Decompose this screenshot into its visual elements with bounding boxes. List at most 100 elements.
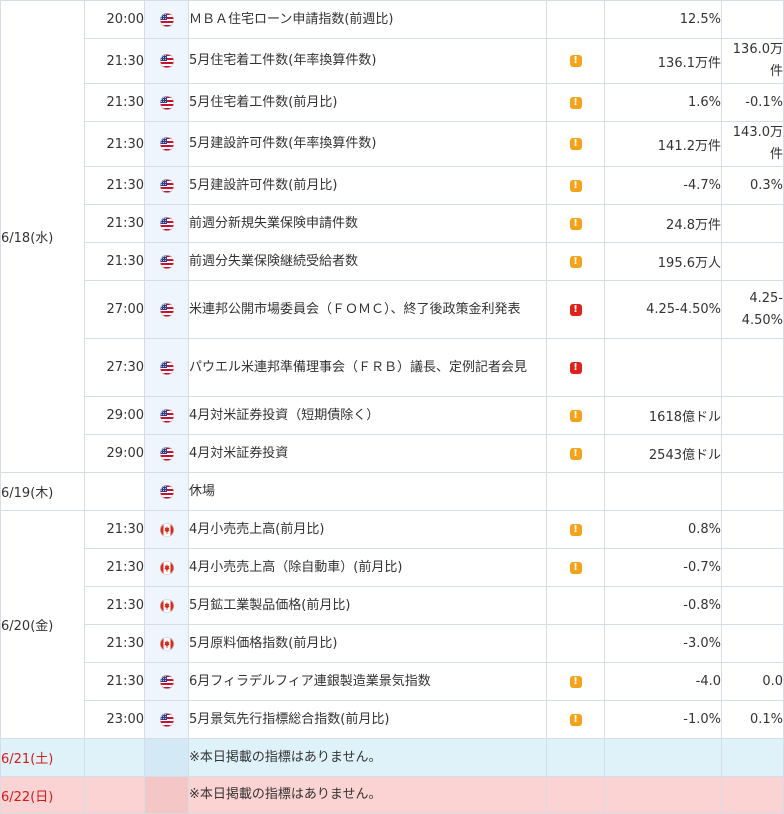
country-cell [144, 700, 189, 739]
forecast-value [721, 738, 784, 777]
date-cell: 6/19(木) [0, 472, 85, 511]
time-cell: 21:30 [84, 204, 145, 243]
event-row: 21:30 前週分失業保険継続受給者数! 195.6万人 [1, 242, 784, 281]
event-row: 6/19(木) 休場 [0, 472, 784, 511]
country-cell [144, 396, 189, 435]
country-cell [144, 776, 189, 814]
indicator-name: 5月原料価格指数(前月比) [188, 624, 547, 663]
forecast-value: 0.0 [721, 662, 784, 701]
event-row: 6/20(金) 21:30 4月小売売上高(前月比)! 0.8% [0, 510, 784, 739]
us-flag-icon [159, 95, 174, 110]
country-cell [144, 338, 189, 397]
indicator-name: ※本日掲載の指標はありません。 [188, 776, 547, 814]
importance-mid-icon: ! [569, 675, 582, 688]
us-flag-icon [159, 712, 174, 727]
us-flag-icon [159, 216, 174, 231]
previous-value: 0.8% [604, 510, 722, 549]
previous-value: 4.25-4.50% [604, 280, 722, 339]
forecast-value: 4.25-4.50% [721, 280, 784, 339]
importance-cell: ! [546, 338, 605, 397]
importance-cell: ! [546, 166, 605, 205]
forecast-value [721, 434, 784, 473]
country-cell [144, 662, 189, 701]
event-row: 21:30 5月住宅着工件数(年率換算件数)! 136.1万件 136.0万件 [1, 38, 784, 84]
importance-mid-icon: ! [569, 255, 582, 268]
indicator-name: 5月住宅着工件数(前月比) [188, 83, 547, 122]
indicator-name: 前週分失業保険継続受給者数 [188, 242, 547, 281]
us-flag-icon [159, 178, 174, 193]
indicator-name: 5月建設許可件数(年率換算件数) [188, 121, 547, 167]
importance-cell: ! [546, 434, 605, 473]
importance-cell: ! [546, 700, 605, 739]
forecast-value [721, 242, 784, 281]
forecast-value: 143.0万件 [721, 121, 784, 167]
indicator-name: 4月対米証券投資（短期債除く） [188, 396, 547, 435]
importance-mid-icon: ! [569, 409, 582, 422]
us-flag-icon [159, 484, 174, 499]
indicator-name: 4月対米証券投資 [188, 434, 547, 473]
date-cell: 6/20(金) [0, 510, 85, 739]
time-cell: 20:00 [84, 0, 145, 39]
importance-cell [546, 0, 605, 39]
previous-value: -0.7% [604, 548, 722, 587]
event-row: 23:00 5月景気先行指標総合指数(前月比)! -1.0% 0.1% [1, 700, 784, 739]
previous-value: -4.7% [604, 166, 722, 205]
previous-value [604, 472, 722, 511]
country-cell [144, 166, 189, 205]
importance-high-icon: ! [569, 303, 582, 316]
country-cell [144, 434, 189, 473]
country-cell [144, 204, 189, 243]
forecast-value: 0.1% [721, 700, 784, 739]
date-cell: 6/21(土) [0, 738, 85, 777]
time-cell: 27:30 [84, 338, 145, 397]
previous-value: 1.6% [604, 83, 722, 122]
country-cell [144, 510, 189, 549]
forecast-value [721, 338, 784, 397]
forecast-value [721, 586, 784, 625]
time-cell [84, 738, 145, 777]
time-cell [84, 776, 145, 814]
importance-mid-icon: ! [569, 138, 582, 150]
forecast-value [721, 396, 784, 435]
event-row: 21:30 5月建設許可件数(前月比)! -4.7% 0.3% [1, 166, 784, 205]
us-flag-icon [159, 408, 174, 423]
event-row: 6/22(日) ※本日掲載の指標はありません。 [0, 776, 784, 814]
indicator-name: パウエル米連邦準備理事会（ＦＲＢ）議長、定例記者会見 [188, 338, 547, 397]
forecast-value [721, 548, 784, 587]
event-row: 21:30 5月原料価格指数(前月比) -3.0% [1, 624, 784, 663]
time-cell: 29:00 [84, 434, 145, 473]
us-flag-icon [159, 12, 174, 27]
country-cell [144, 0, 189, 39]
time-cell: 21:30 [84, 548, 145, 587]
importance-cell: ! [546, 121, 605, 167]
previous-value: -4.0 [604, 662, 722, 701]
us-flag-icon [159, 254, 174, 269]
importance-cell: ! [546, 204, 605, 243]
importance-cell: ! [546, 280, 605, 339]
indicator-name: 6月フィラデルフィア連銀製造業景気指数 [188, 662, 547, 701]
indicator-name: 5月住宅着工件数(年率換算件数) [188, 38, 547, 84]
time-cell: 23:00 [84, 700, 145, 739]
importance-cell [546, 472, 605, 511]
importance-cell [546, 586, 605, 625]
previous-value: -3.0% [604, 624, 722, 663]
forecast-value [721, 472, 784, 511]
previous-value: 141.2万件 [604, 121, 722, 167]
importance-cell: ! [546, 396, 605, 435]
importance-cell: ! [546, 662, 605, 701]
time-cell: 21:30 [84, 662, 145, 701]
us-flag-icon [159, 446, 174, 461]
forecast-value [721, 624, 784, 663]
importance-high-icon: ! [569, 361, 582, 374]
importance-cell: ! [546, 548, 605, 587]
previous-value [604, 338, 722, 397]
importance-mid-icon: ! [569, 447, 582, 460]
ca-flag-icon [159, 522, 174, 537]
event-row: 29:00 4月対米証券投資（短期債除く）! 1618億ドル [1, 396, 784, 435]
indicator-name: ＭＢＡ住宅ローン申請指数(前週比) [188, 0, 547, 39]
time-cell: 29:00 [84, 396, 145, 435]
ca-flag-icon [159, 598, 174, 613]
importance-mid-icon: ! [569, 523, 582, 536]
country-cell [144, 586, 189, 625]
event-row: 21:30 4月小売売上高（除自動車）(前月比)! -0.7% [1, 548, 784, 587]
